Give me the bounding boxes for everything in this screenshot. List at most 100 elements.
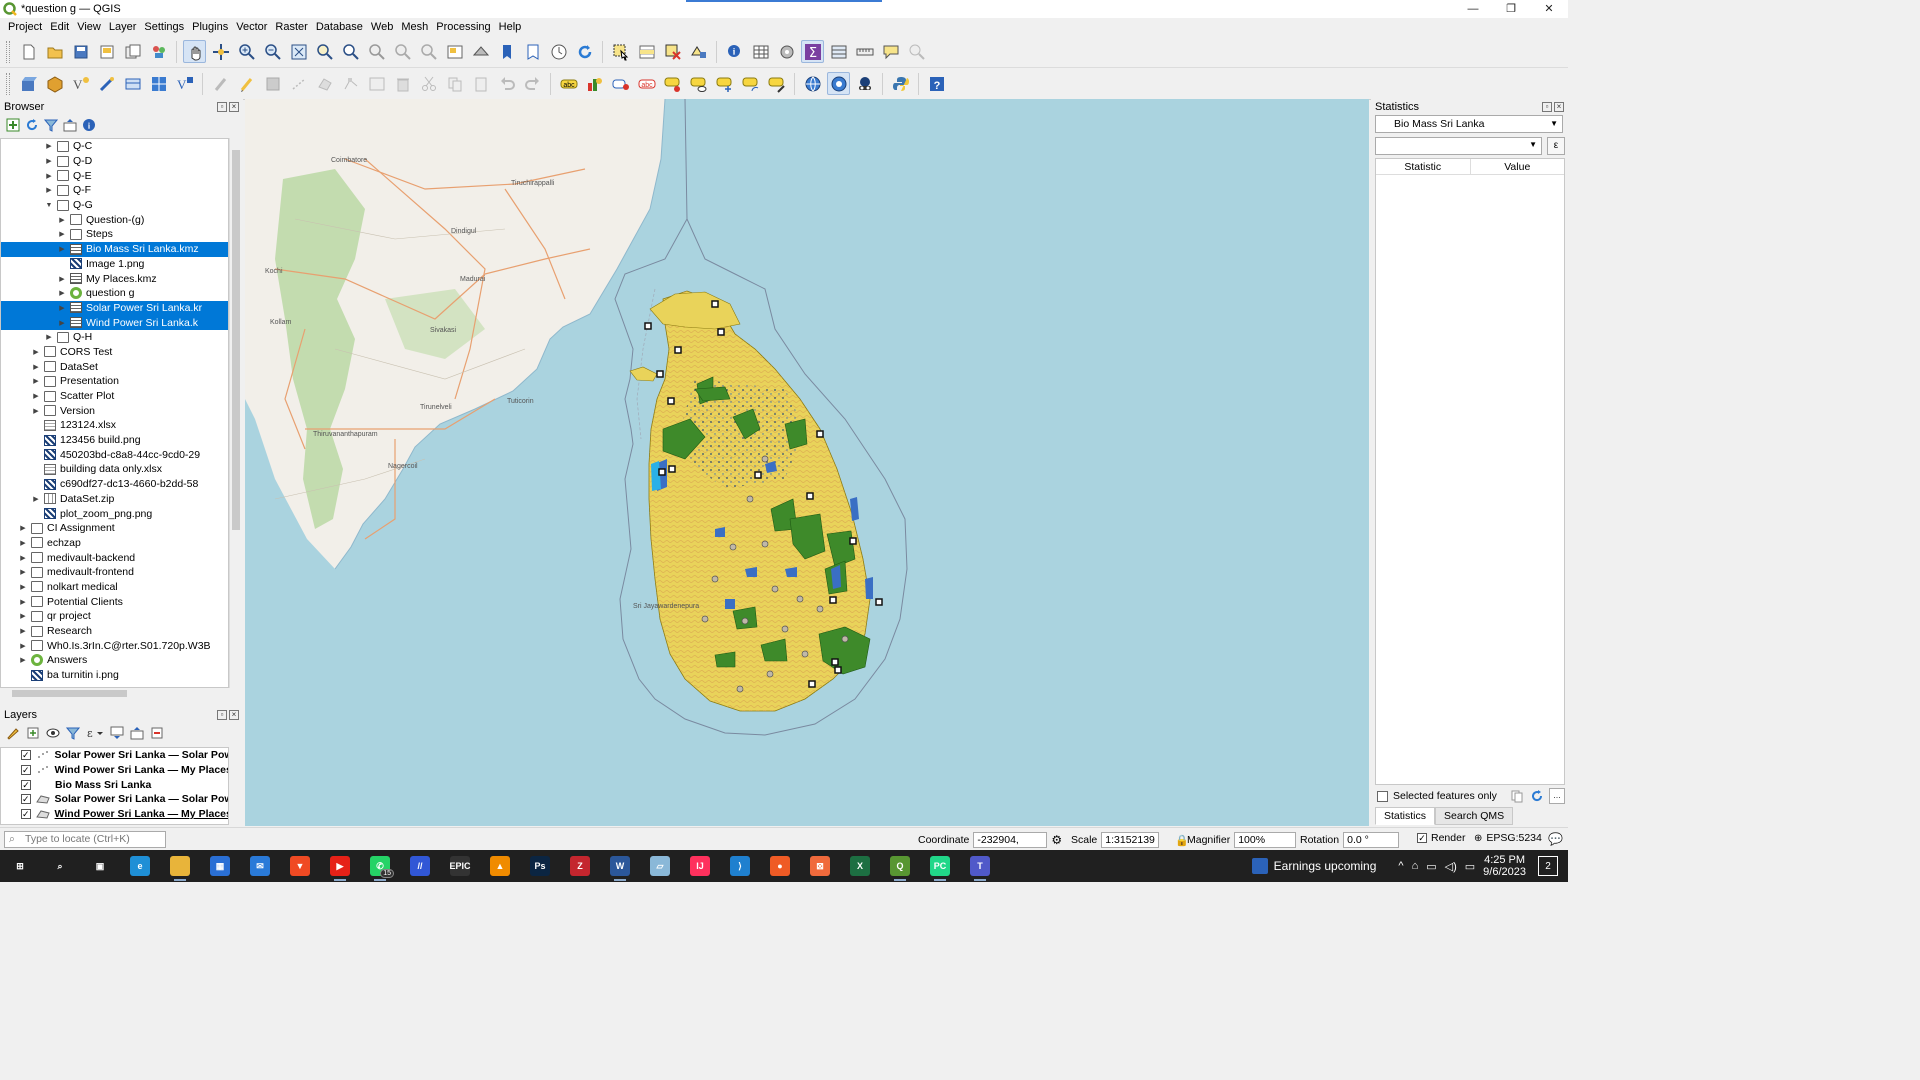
browser-item[interactable]: 123124.xlsx (1, 418, 228, 433)
change-label-icon[interactable] (765, 72, 788, 95)
menu-web[interactable]: Web (367, 21, 397, 33)
layer-item[interactable]: ✓ Wind Power Sri Lanka — My Places (1, 807, 228, 822)
expand-arrow-icon[interactable]: ▶ (44, 333, 54, 341)
float-statistics-panel-icon[interactable]: ▫ (1542, 101, 1552, 112)
taskbar-app-red-button[interactable]: Z (560, 850, 600, 882)
attribute-table-icon[interactable] (749, 40, 772, 63)
taskbar-postman-button[interactable]: ● (760, 850, 800, 882)
collapse-all-icon[interactable] (63, 118, 77, 132)
taskbar-word-button[interactable]: W (600, 850, 640, 882)
menu-project[interactable]: Project (4, 21, 46, 33)
menu-processing[interactable]: Processing (432, 21, 494, 33)
expand-arrow-icon[interactable]: ▶ (18, 554, 28, 562)
render-checkbox[interactable]: ✓ (1417, 833, 1427, 843)
zoom-to-layer-icon[interactable] (339, 40, 362, 63)
taskbar-app-note-button[interactable]: ▱ (640, 850, 680, 882)
browser-item[interactable]: ▶ Answers (1, 653, 228, 668)
pan-to-selection-icon[interactable] (209, 40, 232, 63)
expand-arrow-icon[interactable]: ▶ (31, 377, 41, 385)
layer-item[interactable]: ✓ Bio Mass Sri Lanka (1, 777, 228, 792)
quickmapservices-icon[interactable] (801, 72, 824, 95)
expand-arrow-icon[interactable]: ▶ (31, 407, 41, 415)
map-tips-icon[interactable] (879, 40, 902, 63)
taskbar-file-explorer-button[interactable] (160, 850, 200, 882)
browser-item[interactable]: ▶ medivault-backend (1, 550, 228, 565)
identify-features-icon[interactable]: i (723, 40, 746, 63)
add-group-icon[interactable] (26, 726, 40, 740)
taskbar-task-view-button[interactable]: ▣ (80, 850, 120, 882)
browser-item[interactable]: ▶ echzap (1, 536, 228, 551)
browser-item[interactable]: ▶ qr project (1, 609, 228, 624)
cut-features-icon[interactable] (417, 72, 440, 95)
expand-arrow-icon[interactable]: ▶ (18, 524, 28, 532)
close-button[interactable]: ✕ (1530, 0, 1568, 18)
add-vector-layer-icon[interactable]: V (173, 72, 196, 95)
spy-glass-icon[interactable] (853, 72, 876, 95)
expand-arrow-icon[interactable]: ▶ (31, 392, 41, 400)
expand-arrow-icon[interactable]: ▶ (44, 186, 54, 194)
new-shapefile-icon[interactable]: V (69, 72, 92, 95)
layer-item[interactable]: ✓ Solar Power Sri Lanka — Solar Power (1, 748, 228, 763)
browser-item[interactable]: ▶ question g (1, 286, 228, 301)
statistics-field-select[interactable]: ▼ (1375, 137, 1542, 155)
expand-arrow-icon[interactable]: ▶ (31, 363, 41, 371)
browser-item[interactable]: ▶ DataSet.zip (1, 492, 228, 507)
style-manager-icon[interactable] (147, 40, 170, 63)
save-project-icon[interactable] (69, 40, 92, 63)
help-icon[interactable]: ? (925, 72, 948, 95)
menu-vector[interactable]: Vector (232, 21, 271, 33)
browser-item[interactable]: ▶ Solar Power Sri Lanka.kr (1, 300, 228, 316)
browser-item[interactable]: 450203bd-c8a8-44cc-9cd0-29 (1, 447, 228, 462)
taskbar-vlc-button[interactable]: ▲ (480, 850, 520, 882)
filter-legend-icon[interactable] (66, 726, 80, 740)
menu-layer[interactable]: Layer (105, 21, 141, 33)
layout-manager-icon[interactable] (121, 40, 144, 63)
select-location-icon[interactable] (687, 40, 710, 63)
python-console-icon[interactable] (889, 72, 912, 95)
expand-arrow-icon[interactable]: ▶ (18, 598, 28, 606)
temporal-controller-icon[interactable] (547, 40, 570, 63)
column-header-value[interactable]: Value (1471, 159, 1565, 174)
browser-item[interactable]: building data only.xlsx (1, 462, 228, 477)
crs-button[interactable]: EPSG:5234 (1486, 832, 1541, 844)
search-qms-icon[interactable] (827, 72, 850, 95)
copy-statistics-icon[interactable] (1510, 789, 1524, 803)
zoom-to-selection-icon[interactable] (313, 40, 336, 63)
browser-item[interactable]: ▶ Wind Power Sri Lanka.k (1, 315, 228, 330)
move-label-icon[interactable] (713, 72, 736, 95)
toggle-labels-icon[interactable]: abc (635, 72, 658, 95)
browser-item[interactable]: ▶ Q-E (1, 168, 228, 183)
layer-visibility-checkbox[interactable]: ✓ (21, 750, 31, 761)
browser-vertical-scrollbar[interactable] (229, 138, 241, 688)
refresh-icon[interactable] (573, 40, 596, 63)
browser-item[interactable]: ▶ Potential Clients (1, 594, 228, 609)
browser-item[interactable]: ▶ DataSet (1, 359, 228, 374)
taskbar-brave-button[interactable]: ▼ (280, 850, 320, 882)
taskbar-mail-button[interactable]: ✉ (240, 850, 280, 882)
coordinate-field[interactable]: -232904, 199452 (973, 832, 1048, 860)
browser-item[interactable]: ▼ Q-G (1, 198, 228, 213)
zoom-out-icon[interactable] (261, 40, 284, 63)
label-tool-icon[interactable]: abc (557, 72, 580, 95)
volume-icon[interactable]: ◁) (1445, 860, 1457, 873)
browser-item[interactable]: ▶ Q-F (1, 183, 228, 198)
diagram-tool-icon[interactable] (583, 72, 606, 95)
browser-item[interactable]: ▶ Presentation (1, 374, 228, 389)
notifications-icon[interactable]: 2 (1538, 856, 1558, 876)
expand-arrow-icon[interactable]: ▶ (57, 275, 67, 283)
toggle-editing-icon[interactable] (235, 72, 258, 95)
scale-field[interactable]: 1:3152139 (1101, 832, 1160, 848)
browser-item[interactable]: ▶ CORS Test (1, 345, 228, 360)
browser-item[interactable]: ▶ medivault-frontend (1, 565, 228, 580)
taskbar-epic-games-button[interactable]: EPIC (440, 850, 480, 882)
collapse-all-layers-icon[interactable] (130, 726, 144, 740)
usb-icon[interactable]: ⌂ (1412, 860, 1419, 872)
taskbar-photoshop-button[interactable]: Ps (520, 850, 560, 882)
expand-arrow-icon[interactable]: ▶ (18, 642, 28, 650)
toolbar-grip-2[interactable] (6, 72, 10, 95)
taskbar-edge-button[interactable]: e (120, 850, 160, 882)
menu-database[interactable]: Database (312, 21, 367, 33)
layer-styling-icon[interactable] (6, 726, 20, 740)
open-table-icon[interactable] (827, 40, 850, 63)
refresh-statistics-icon[interactable] (1530, 789, 1544, 803)
